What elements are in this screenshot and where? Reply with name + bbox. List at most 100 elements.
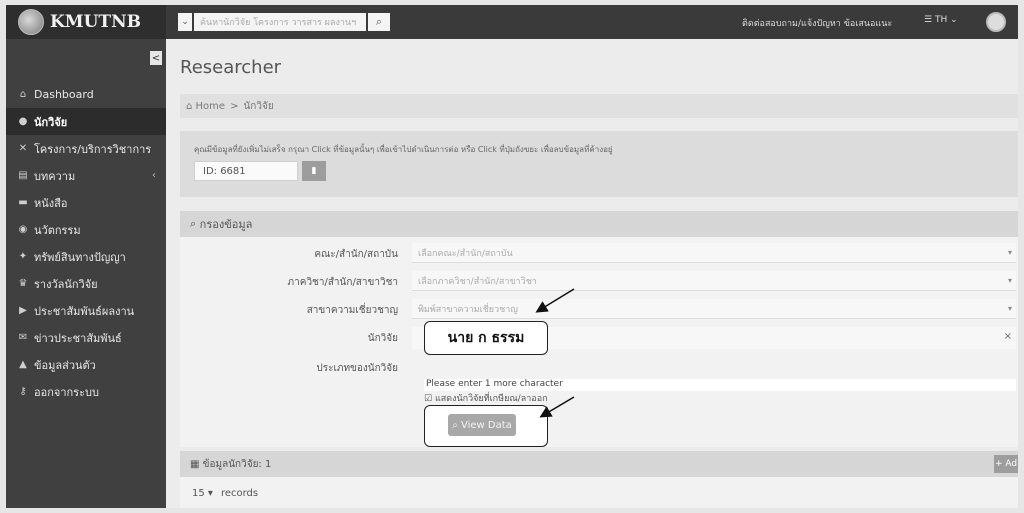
draft-message: คุณมีข้อมูลที่ยังเพิ่มไม่เสร็จ กรุณา Cli…	[194, 145, 613, 154]
key-icon: ⚷	[19, 386, 27, 397]
chevron-down-icon: ⌄	[950, 15, 958, 25]
sidebar-item[interactable]: ▤ บทความ ‹	[6, 162, 166, 189]
search-icon: ⌕	[375, 15, 383, 28]
sidebar-item[interactable]: ✕ โครงการ/บริการวิชาการ	[6, 135, 166, 162]
sidebar-item-label: ออกจากระบบ	[34, 385, 99, 399]
chevron-down-icon: ⌄	[181, 17, 189, 27]
retired-checkbox-label: แสดงนักวิจัยที่เกษียณ/ลาออก	[434, 394, 548, 404]
delete-draft-button[interactable]: ▮	[302, 161, 326, 181]
book-icon: ▬	[18, 197, 28, 208]
researcher-name-callout: นาย ก ธรรม	[424, 321, 548, 355]
search-icon: ⌕	[190, 217, 200, 230]
home-icon: ⌂	[186, 100, 196, 112]
contact-link[interactable]: ติดต่อสอบถาม/แจ้งปัญหา ข้อเสนอแนะ	[742, 16, 892, 30]
sidebar-item[interactable]: ⌂ Dashboard	[6, 81, 166, 108]
expertise-input[interactable]: พิมพ์สาขาความเชี่ยวชาญ ▾	[412, 299, 1016, 319]
sidebar-item-label: โครงการ/บริการวิชาการ	[34, 142, 152, 156]
results-panel-header: ▦ ข้อมูลนักวิจัย: 1 + Ad	[180, 451, 1018, 477]
view-data-label: View Data	[460, 419, 512, 431]
faculty-select[interactable]: เลือกคณะ/สำนัก/สถาบัน ▾	[412, 243, 1016, 263]
chevron-down-icon: ▾	[1007, 276, 1012, 285]
sidebar-item-label: Dashboard	[34, 88, 94, 101]
search-icon: ⌕	[452, 419, 461, 431]
sidebar-item[interactable]: ✉ ข่าวประชาสัมพันธ์	[6, 324, 166, 351]
video-icon: ▶	[19, 305, 27, 316]
department-placeholder: เลือกภาควิชา/สำนัก/สาขาวิชา	[418, 276, 537, 287]
page-title: Researcher	[180, 57, 282, 78]
breadcrumb-separator: >	[230, 100, 239, 112]
draft-panel: คุณมีข้อมูลที่ยังเพิ่มไม่เสร็จ กรุณา Cli…	[180, 131, 1018, 197]
search-hint: Please enter 1 more character	[424, 379, 1016, 391]
sidebar: < ⌂ Dashboard ● นักวิจัย ✕ โครงการ/บริการวิชา…	[6, 39, 166, 508]
chevron-left-icon: <	[151, 52, 161, 64]
lightbulb-icon: ◉	[18, 224, 28, 235]
sidebar-item[interactable]: ▲ ข้อมูลส่วนตัว	[6, 351, 166, 378]
language-label: TH	[934, 15, 948, 25]
page-size-select[interactable]: 15 ▾	[192, 488, 213, 499]
search-button[interactable]: ⌕	[368, 13, 390, 31]
profile-icon: ▲	[19, 359, 27, 370]
app-window: KMUTNB ⌄ ค้นหานักวิจัย โครงการ วารสาร ผล…	[6, 5, 1018, 508]
faculty-label: คณะ/สำนัก/สถาบัน	[314, 249, 398, 260]
main-content: Researcher ⌂ Home > นักวิจัย คุณมีข้อมูล…	[166, 39, 1018, 508]
draft-id-item[interactable]: ID: 6681	[194, 161, 298, 181]
chevron-down-icon: ▾	[1007, 248, 1012, 257]
language-selector[interactable]: ☰ TH ⌄	[924, 15, 958, 25]
researcher-label: นักวิจัย	[367, 333, 398, 344]
avatar[interactable]	[986, 12, 1006, 32]
user-icon: ●	[18, 116, 28, 127]
top-navbar: KMUTNB ⌄ ค้นหานักวิจัย โครงการ วารสาร ผล…	[6, 5, 1018, 39]
sidebar-item[interactable]: ● นักวิจัย	[6, 108, 166, 135]
logo[interactable]: KMUTNB	[6, 5, 166, 39]
sidebar-item[interactable]: ♛ รางวัลนักวิจัย	[6, 270, 166, 297]
expertise-label: สาขาความเชี่ยวชาญ	[306, 305, 398, 316]
search-scope-dropdown[interactable]: ⌄	[178, 13, 192, 31]
results-heading: ข้อมูลนักวิจัย: 1	[202, 458, 272, 470]
chevron-down-icon: ▾	[207, 487, 213, 499]
records-toolbar: 15 ▾ records	[180, 477, 1018, 508]
tools-icon: ✕	[18, 143, 28, 154]
breadcrumb-current: นักวิจัย	[243, 100, 274, 112]
trash-icon: ▮	[311, 166, 317, 176]
chevron-left-icon: ‹	[152, 170, 156, 181]
breadcrumb: ⌂ Home > นักวิจัย	[180, 94, 1018, 118]
breadcrumb-home[interactable]: Home	[196, 101, 226, 112]
department-select[interactable]: เลือกภาควิชา/สำนัก/สาขาวิชา ▾	[412, 271, 1016, 291]
flag-icon: ☰	[924, 15, 933, 25]
sidebar-item-label: บทความ	[34, 169, 76, 183]
sidebar-collapse-button[interactable]: <	[150, 51, 162, 65]
sidebar-item[interactable]: ✦ ทรัพย์สินทางปัญญา	[6, 243, 166, 270]
article-icon: ▤	[18, 170, 28, 181]
page-size-value: 15	[192, 487, 205, 499]
sidebar-item-label: ข่าวประชาสัมพันธ์	[34, 331, 122, 345]
sidebar-item-label: ประชาสัมพันธ์ผลงาน	[34, 304, 135, 318]
trophy-icon: ♛	[18, 278, 28, 289]
clear-icon[interactable]: ×	[1004, 331, 1012, 342]
sidebar-item[interactable]: ▶ ประชาสัมพันธ์ผลงาน	[6, 297, 166, 324]
retired-checkbox-row[interactable]: ☑ แสดงนักวิจัยที่เกษียณ/ลาออก	[424, 391, 548, 405]
sidebar-item[interactable]: ◉ นวัตกรรม	[6, 216, 166, 243]
home-icon: ⌂	[19, 89, 27, 100]
university-seal-icon	[18, 9, 44, 35]
sidebar-item-label: นวัตกรรม	[34, 223, 81, 237]
search-input[interactable]: ค้นหานักวิจัย โครงการ วารสาร ผลงานฯ	[194, 13, 366, 31]
sidebar-menu: ⌂ Dashboard ● นักวิจัย ✕ โครงการ/บริการวิชากา…	[6, 81, 166, 405]
add-button[interactable]: + Ad	[994, 455, 1018, 473]
table-icon: ▦	[190, 458, 203, 470]
filter-panel-body: คณะ/สำนัก/สถาบัน เลือกคณะ/สำนัก/สถาบัน ▾…	[180, 237, 1018, 447]
sidebar-item-label: ทรัพย์สินทางปัญญา	[34, 250, 126, 264]
filter-panel-header: ⌕ กรองข้อมูล	[180, 211, 1018, 237]
filter-heading: กรองข้อมูล	[199, 218, 253, 231]
sidebar-item-label: นักวิจัย	[34, 115, 68, 129]
expertise-placeholder: พิมพ์สาขาความเชี่ยวชาญ	[418, 304, 518, 315]
news-icon: ✉	[18, 332, 28, 343]
sidebar-item[interactable]: ▬ หนังสือ	[6, 189, 166, 216]
sidebar-item[interactable]: ⚷ ออกจากระบบ	[6, 378, 166, 405]
researcher-type-label: ประเภทของนักวิจัย	[316, 363, 398, 374]
handshake-icon: ✦	[18, 251, 28, 262]
department-label: ภาควิชา/สำนัก/สาขาวิชา	[287, 277, 398, 288]
checkbox-icon[interactable]: ☑	[424, 394, 435, 404]
chevron-down-icon: ▾	[1007, 304, 1012, 313]
sidebar-item-label: ข้อมูลส่วนตัว	[34, 358, 96, 372]
view-data-button[interactable]: ⌕ View Data	[448, 414, 516, 436]
